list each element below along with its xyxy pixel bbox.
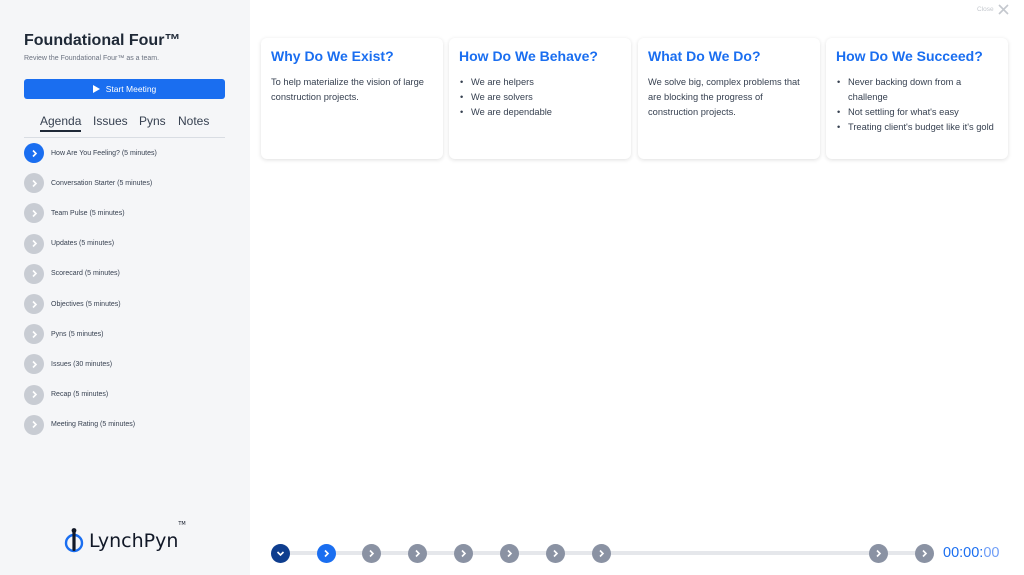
pin-logo-icon <box>64 528 84 553</box>
agenda-item[interactable]: Updates (5 minutes) <box>24 233 115 254</box>
chevron-down-icon <box>276 551 285 557</box>
card-text: We solve big, complex problems that are … <box>648 77 800 117</box>
play-icon <box>92 85 100 93</box>
progress-step[interactable] <box>454 544 473 563</box>
agenda-item[interactable]: Pyns (5 minutes) <box>24 324 104 345</box>
card-title: What Do We Do? <box>648 48 761 64</box>
chevron-right-icon <box>24 203 44 224</box>
agenda-item-label: Objectives (5 minutes) <box>51 300 121 308</box>
chevron-right-icon <box>24 354 44 375</box>
agenda-item[interactable]: How Are You Feeling? (5 minutes) <box>24 143 157 163</box>
progress-step-current[interactable] <box>317 544 336 563</box>
agenda-item-label: Scorecard (5 minutes) <box>51 270 120 278</box>
meeting-subtitle: Review the Foundational Four™ as a team. <box>24 55 160 62</box>
agenda-item-label: Recap (5 minutes) <box>51 391 109 399</box>
sidebar: Foundational Four™ Review the Foundation… <box>0 0 250 575</box>
list-item: Never backing down from a challenge <box>836 75 998 105</box>
list-item: We are helpers <box>459 75 621 90</box>
chevron-right-icon <box>415 549 421 558</box>
progress-step[interactable] <box>500 544 519 563</box>
card-how-behave: How Do We Behave? We are helpers We are … <box>449 38 631 159</box>
progress-step[interactable] <box>869 544 888 563</box>
agenda-item[interactable]: Meeting Rating (5 minutes) <box>24 414 136 435</box>
agenda-item[interactable]: Conversation Starter (5 minutes) <box>24 173 153 194</box>
meeting-timer: 00:00:00 <box>943 545 1000 561</box>
card-how-succeed: How Do We Succeed? Never backing down fr… <box>826 38 1008 159</box>
close-label: Close <box>977 6 994 13</box>
start-meeting-label: Start Meeting <box>105 84 157 94</box>
chevron-right-icon <box>24 294 44 314</box>
agenda-item[interactable]: Recap (5 minutes) <box>24 384 109 405</box>
list-item: Not settling for what's easy <box>836 105 998 120</box>
card-list: Never backing down from a challenge Not … <box>836 75 998 135</box>
progress-step-last[interactable] <box>915 544 934 563</box>
agenda-item-label: Meeting Rating (5 minutes) <box>51 421 136 429</box>
chevron-right-icon <box>24 263 44 284</box>
agenda-item[interactable]: Issues (30 minutes) <box>24 354 113 375</box>
tab-agenda[interactable]: Agenda <box>40 114 82 132</box>
chevron-right-icon <box>876 549 882 558</box>
chevron-right-icon <box>24 324 44 345</box>
logo-text: LynchPynTM <box>89 521 186 552</box>
chevron-right-icon <box>24 233 44 254</box>
card-what-do: What Do We Do? We solve big, complex pro… <box>638 38 820 159</box>
meeting-title: Foundational Four™ <box>24 32 181 49</box>
agenda-item-label: Updates (5 minutes) <box>51 240 115 248</box>
agenda-item[interactable]: Objectives (5 minutes) <box>24 294 121 314</box>
chevron-right-icon <box>324 549 330 558</box>
start-meeting-button[interactable]: Start Meeting <box>24 79 225 99</box>
chevron-right-icon <box>553 549 559 558</box>
close-button[interactable]: Close <box>977 4 1009 15</box>
card-title: How Do We Behave? <box>459 48 598 64</box>
chevron-right-icon <box>599 549 605 558</box>
progress-step-dropdown[interactable] <box>271 544 290 563</box>
agenda-item-label: Conversation Starter (5 minutes) <box>51 179 153 187</box>
list-item: Treating client's budget like it's gold <box>836 120 998 135</box>
card-title: How Do We Succeed? <box>836 48 983 64</box>
agenda-item-label: Team Pulse (5 minutes) <box>51 209 125 217</box>
progress-step[interactable] <box>592 544 611 563</box>
chevron-right-icon <box>24 414 44 435</box>
card-text: To help materialize the vision of large … <box>271 77 424 102</box>
card-list: We are helpers We are solvers We are dep… <box>459 75 621 120</box>
chevron-right-icon <box>24 143 44 163</box>
chevron-right-icon <box>369 549 375 558</box>
progress-step[interactable] <box>408 544 427 563</box>
card-why-exist: Why Do We Exist? To help materialize the… <box>261 38 443 159</box>
tab-pyns[interactable]: Pyns <box>139 114 166 128</box>
chevron-right-icon <box>461 549 467 558</box>
agenda-item-label: Pyns (5 minutes) <box>51 330 104 338</box>
agenda-item-label: Issues (30 minutes) <box>51 360 113 368</box>
chevron-right-icon <box>922 549 928 558</box>
chevron-right-icon <box>24 384 44 405</box>
progress-step[interactable] <box>546 544 565 563</box>
list-item: We are dependable <box>459 105 621 120</box>
agenda-item[interactable]: Scorecard (5 minutes) <box>24 263 120 284</box>
chevron-right-icon <box>507 549 513 558</box>
agenda-item-label: How Are You Feeling? (5 minutes) <box>51 149 157 157</box>
tab-notes[interactable]: Notes <box>178 114 209 128</box>
card-title: Why Do We Exist? <box>271 48 394 64</box>
close-icon <box>998 4 1009 15</box>
progress-step[interactable] <box>362 544 381 563</box>
lynchpyn-logo: LynchPynTM <box>64 521 186 554</box>
list-item: We are solvers <box>459 90 621 105</box>
chevron-right-icon <box>24 173 44 194</box>
tab-issues[interactable]: Issues <box>93 114 128 128</box>
sidebar-tabs: Agenda Issues Pyns Notes <box>24 112 225 138</box>
agenda-item[interactable]: Team Pulse (5 minutes) <box>24 203 125 224</box>
